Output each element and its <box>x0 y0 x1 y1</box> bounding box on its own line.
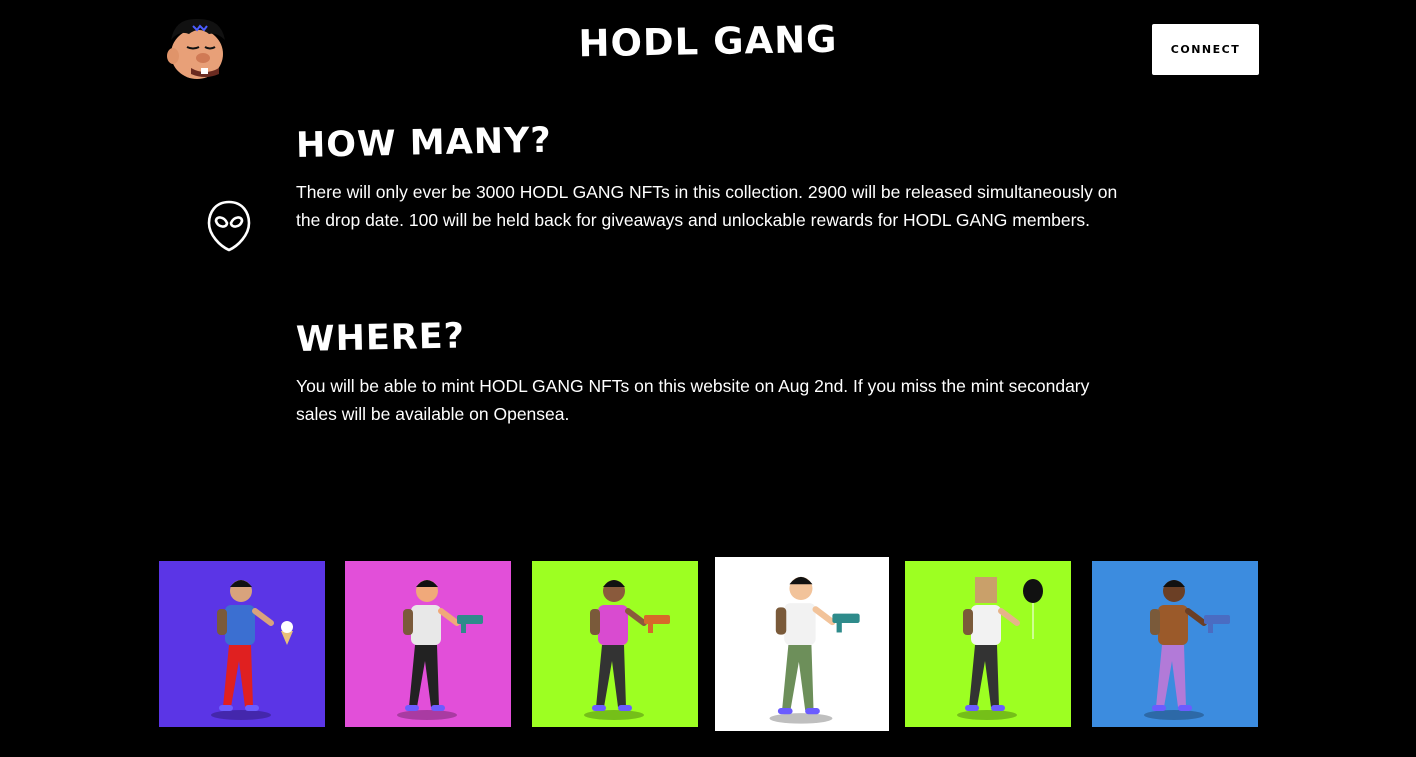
section-heading: HOW MANY? <box>295 120 553 166</box>
alien-head-icon <box>206 199 252 253</box>
gang-character-icon <box>584 580 670 720</box>
section-heading: WHERE? <box>295 316 466 360</box>
where-section: WHERE? You will be able to mint HODL GAN… <box>296 316 1126 428</box>
gang-character-icon <box>957 577 1043 720</box>
gang-character-icon <box>397 580 483 720</box>
nft-tile[interactable] <box>159 561 325 727</box>
nft-tile[interactable] <box>345 561 511 727</box>
nft-tile[interactable] <box>532 561 698 727</box>
gang-character-icon <box>769 576 860 724</box>
nft-tile[interactable] <box>715 557 889 731</box>
page: HODL GANG CONNECT HOW MANY? There will o… <box>0 0 1416 757</box>
section-body: There will only ever be 3000 HODL GANG N… <box>296 182 1118 230</box>
connect-button[interactable]: CONNECT <box>1152 24 1259 75</box>
section-body: You will be able to mint HODL GANG NFTs … <box>296 376 1090 424</box>
gang-character-icon <box>211 580 293 720</box>
gang-character-icon <box>1144 580 1230 720</box>
nft-tile[interactable] <box>1092 561 1258 727</box>
how-many-section: HOW MANY? There will only ever be 3000 H… <box>296 121 1126 234</box>
nft-tile[interactable] <box>905 561 1071 727</box>
